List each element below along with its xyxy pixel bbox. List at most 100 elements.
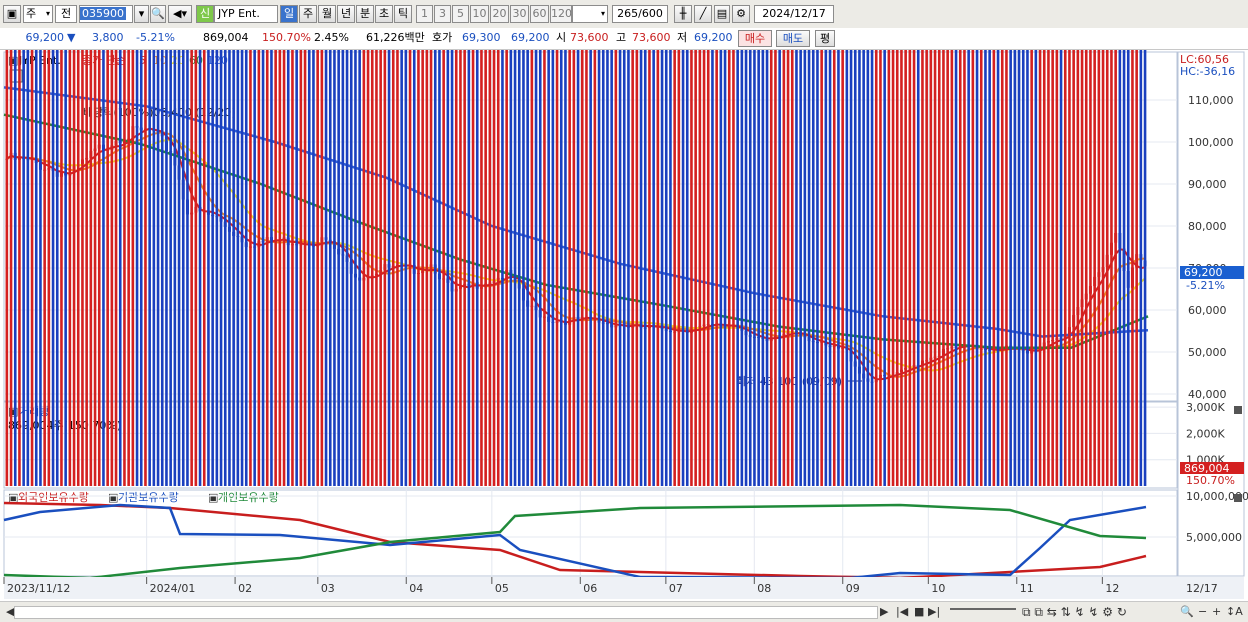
line-tool-icon[interactable]: ╱ xyxy=(694,5,712,23)
high-value: 73,600 xyxy=(632,31,671,44)
volume-bar xyxy=(257,50,261,486)
volume-bar xyxy=(299,50,303,486)
prev-button[interactable]: 전 xyxy=(55,5,77,23)
volume-bar xyxy=(534,50,538,486)
tool-icons[interactable]: ⧉ ⧉ ⇆ ⇅ ↯ ↯ ⚙ ↻ xyxy=(1022,605,1127,620)
plus-icon[interactable]: + xyxy=(1212,605,1221,618)
volume-bar xyxy=(64,50,67,486)
x-axis-label: 11 xyxy=(1020,582,1034,595)
volume-bar xyxy=(597,50,601,486)
change-arrow: ▼ xyxy=(67,31,76,44)
candle-icon[interactable]: ╫ xyxy=(674,5,692,23)
volume-bar xyxy=(270,50,273,486)
volume-bar xyxy=(618,50,622,486)
volume-bar xyxy=(278,50,282,486)
stock-chart[interactable]: ▣ JYP Ent. 종가 단순 5102060120 LC:60,56 HC:… xyxy=(0,50,1248,602)
volume-bar xyxy=(223,50,227,486)
save-icon[interactable]: ▤ xyxy=(714,5,730,23)
last-page-icon[interactable]: ▶| xyxy=(928,605,940,618)
stock-name[interactable]: JYP Ent. xyxy=(214,5,278,23)
zoom-out-icon[interactable]: 🔍 xyxy=(1180,605,1194,618)
volume-panel-close-icon[interactable] xyxy=(1234,406,1242,414)
stop-icon[interactable]: ■ xyxy=(914,605,924,618)
step-2-button[interactable]: 5 xyxy=(452,5,469,23)
minus-icon[interactable]: − xyxy=(1198,605,1207,618)
blank-select[interactable]: ▾ xyxy=(572,5,608,23)
change-value: 3,800 xyxy=(92,31,124,44)
volume-bar xyxy=(81,50,84,486)
volume-bar xyxy=(614,50,618,486)
period-4-button[interactable]: 분 xyxy=(356,5,374,23)
volume-bar xyxy=(862,50,865,486)
volume-bar xyxy=(169,50,172,486)
count-field[interactable]: 265/600 xyxy=(612,5,668,23)
zoom-slider[interactable] xyxy=(950,608,1016,616)
volume-bar xyxy=(13,50,17,486)
period-3-button[interactable]: 년 xyxy=(337,5,355,23)
volume-bar xyxy=(1059,50,1063,486)
period-2-button[interactable]: 월 xyxy=(318,5,336,23)
volume-bar xyxy=(387,50,391,486)
period-6-button[interactable]: 틱 xyxy=(394,5,412,23)
price-y-tick: 40,000 xyxy=(1188,388,1227,401)
search-icon[interactable]: 🔍 xyxy=(150,5,166,23)
buy-button[interactable]: 매수 xyxy=(738,30,772,47)
volume-bar xyxy=(622,50,626,486)
volume-bar xyxy=(937,50,941,486)
horizontal-scrollbar[interactable] xyxy=(14,606,878,619)
step-5-button[interactable]: 30 xyxy=(510,5,529,23)
window-menu-icon[interactable]: ▣ xyxy=(3,5,21,23)
volume-bar xyxy=(1126,50,1130,486)
price-y-tick: 100,000 xyxy=(1188,136,1234,149)
volume-bar xyxy=(47,50,51,486)
speaker-icon[interactable]: ◀▾ xyxy=(168,5,192,23)
volume-bar xyxy=(312,50,315,486)
volume-bar xyxy=(984,50,987,486)
volume-bar xyxy=(102,50,105,486)
step-6-button[interactable]: 60 xyxy=(530,5,549,23)
volume-bar xyxy=(908,50,912,486)
volume-bar xyxy=(601,50,605,486)
gear-icon[interactable]: ⚙ xyxy=(732,5,750,23)
market-select[interactable]: 주 ▾ xyxy=(23,5,53,23)
font-size-icon[interactable]: ↕A xyxy=(1226,605,1243,618)
volume-bar xyxy=(572,50,576,486)
volume-bar xyxy=(396,50,399,486)
step-1-button[interactable]: 3 xyxy=(434,5,451,23)
volume-bar xyxy=(803,50,807,486)
volume-bar xyxy=(736,50,739,486)
volume-bar xyxy=(648,50,651,486)
chevron-down-icon[interactable]: ▾ xyxy=(134,5,149,23)
volume-bar xyxy=(698,50,702,486)
volume-bar xyxy=(379,50,382,486)
volume-bar xyxy=(522,50,525,486)
volume-bar xyxy=(555,50,559,486)
first-page-icon[interactable]: |◀ xyxy=(896,605,908,618)
stock-code-input[interactable]: 035900 xyxy=(79,5,133,23)
date-field[interactable]: 2024/12/17 xyxy=(754,5,834,23)
volume-tag-pct: 150.70% xyxy=(1186,474,1235,487)
volume-bar xyxy=(1042,50,1046,486)
holdings-panel-close-icon[interactable] xyxy=(1234,494,1242,502)
volume-bar xyxy=(870,50,874,486)
volume-bar xyxy=(1093,50,1096,486)
period-1-button[interactable]: 주 xyxy=(299,5,317,23)
scroll-right-icon[interactable]: ▶ xyxy=(880,605,888,618)
volume-bar xyxy=(324,50,328,486)
volume-bar xyxy=(1009,50,1012,486)
step-7-button[interactable]: 120 xyxy=(550,5,572,23)
volume-bar xyxy=(858,50,861,486)
step-4-button[interactable]: 20 xyxy=(490,5,509,23)
step-0-button[interactable]: 1 xyxy=(416,5,433,23)
volume-bar xyxy=(782,50,786,486)
volume-bar xyxy=(933,50,937,487)
chevron-down-icon: ▾ xyxy=(600,9,605,18)
period-0-button[interactable]: 일 xyxy=(280,5,298,23)
period-5-button[interactable]: 초 xyxy=(375,5,393,23)
evaluation-button[interactable]: 평 xyxy=(815,30,835,47)
low-value: 69,200 xyxy=(694,31,733,44)
volume-bar xyxy=(177,50,181,486)
step-3-button[interactable]: 10 xyxy=(470,5,489,23)
sell-button[interactable]: 매도 xyxy=(776,30,810,47)
change-percent: -5.21% xyxy=(136,31,175,44)
